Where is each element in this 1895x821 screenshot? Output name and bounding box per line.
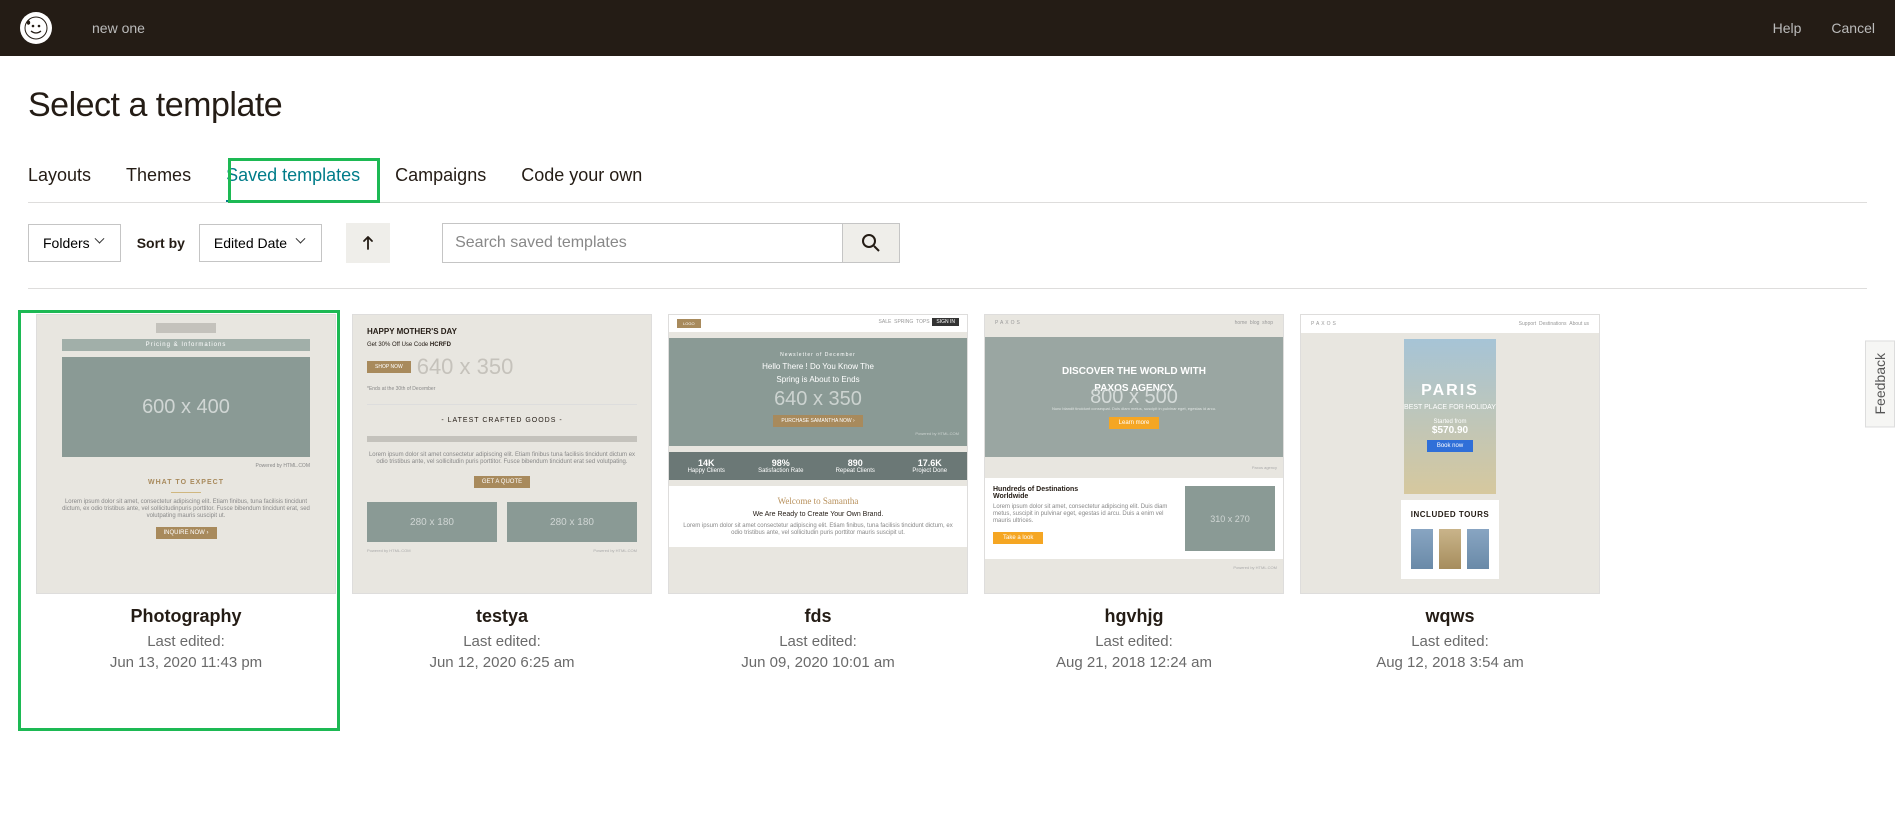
search-input[interactable] [442,223,842,263]
tab-code-your-own[interactable]: Code your own [521,165,642,202]
tab-themes[interactable]: Themes [126,165,191,202]
last-edited-label: Last edited: [668,633,968,650]
template-name: Photography [36,606,336,627]
mailchimp-logo[interactable] [20,12,52,44]
template-date: Aug 21, 2018 12:24 am [984,654,1284,671]
toolbar: Folders Sort by Edited Date [28,223,1867,289]
sort-select[interactable]: Edited Date [199,224,322,262]
template-card: PAXOSSupport Destinations About us PARIS… [1300,314,1600,671]
page-title: Select a template [28,86,1867,125]
template-card: Pricing & Informations 600 x 400 Powered… [36,314,336,671]
feedback-tab[interactable]: Feedback [1865,340,1895,427]
folders-label: Folders [43,235,90,251]
monkey-icon [24,16,48,40]
help-link[interactable]: Help [1773,20,1802,36]
folders-button[interactable]: Folders [28,224,121,262]
template-date: Jun 12, 2020 6:25 am [352,654,652,671]
template-name: fds [668,606,968,627]
template-name: hgvhjg [984,606,1284,627]
chevron-down-icon [96,238,106,248]
template-date: Jun 13, 2020 11:43 pm [36,654,336,671]
template-name: testya [352,606,652,627]
arrow-up-icon [360,235,376,251]
template-tabs: Layouts Themes Saved templates Campaigns… [28,165,1867,203]
template-grid: Pricing & Informations 600 x 400 Powered… [28,304,1867,671]
template-card: HAPPY MOTHER'S DAY Get 30% Off Use Code … [352,314,652,671]
sortby-label: Sort by [137,235,185,251]
template-thumbnail[interactable]: HAPPY MOTHER'S DAY Get 30% Off Use Code … [352,314,652,594]
last-edited-label: Last edited: [1300,633,1600,650]
tab-layouts[interactable]: Layouts [28,165,91,202]
last-edited-label: Last edited: [984,633,1284,650]
template-date: Jun 09, 2020 10:01 am [668,654,968,671]
last-edited-label: Last edited: [36,633,336,650]
sort-direction-button[interactable] [346,223,390,263]
sort-value: Edited Date [214,235,287,251]
app-header: new one Help Cancel [0,0,1895,56]
search-container [442,223,900,263]
search-button[interactable] [842,223,900,263]
template-card: PAXOShome blog shop DISCOVER THE WORLD W… [984,314,1284,671]
template-thumbnail[interactable]: PAXOShome blog shop DISCOVER THE WORLD W… [984,314,1284,594]
last-edited-label: Last edited: [352,633,652,650]
tab-saved-templates[interactable]: Saved templates [226,165,360,202]
chevron-down-icon [297,238,307,248]
cancel-link[interactable]: Cancel [1831,20,1875,36]
template-date: Aug 12, 2018 3:54 am [1300,654,1600,671]
template-name: wqws [1300,606,1600,627]
template-thumbnail[interactable]: PAXOSSupport Destinations About us PARIS… [1300,314,1600,594]
search-icon [861,233,881,253]
template-card: LOGOSALE SPRING TOPS SIGN IN Newsletter … [668,314,968,671]
tab-campaigns[interactable]: Campaigns [395,165,486,202]
template-thumbnail[interactable]: LOGOSALE SPRING TOPS SIGN IN Newsletter … [668,314,968,594]
campaign-name: new one [92,20,145,36]
template-thumbnail[interactable]: Pricing & Informations 600 x 400 Powered… [36,314,336,594]
